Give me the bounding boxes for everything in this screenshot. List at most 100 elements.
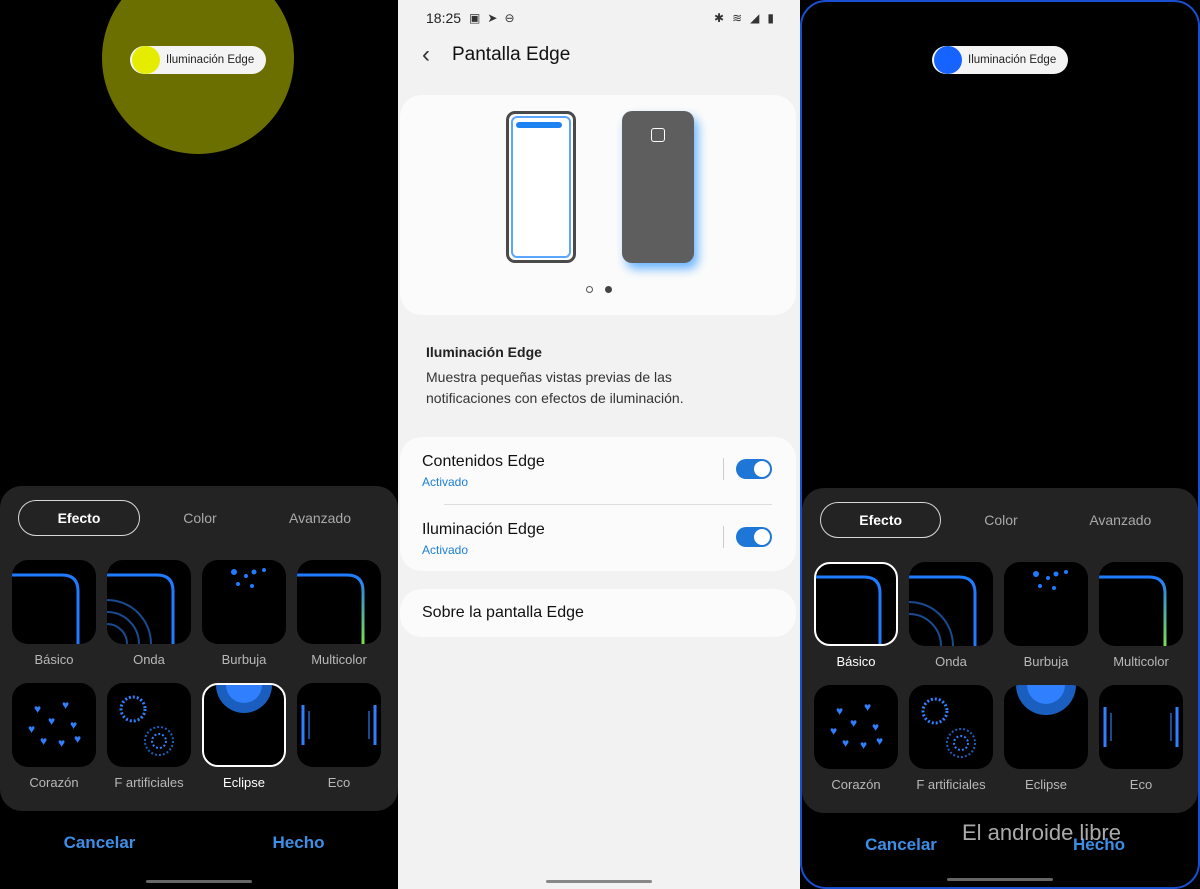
effect-label: Multicolor [311, 652, 367, 667]
done-button[interactable]: Hecho [199, 833, 398, 853]
about-edge-row[interactable]: Sobre la pantalla Edge [400, 589, 796, 637]
page-dot-active[interactable] [605, 286, 612, 293]
svg-text:♥: ♥ [74, 732, 81, 746]
row-status: Activado [422, 475, 469, 489]
svg-text:♥: ♥ [48, 714, 55, 728]
fireworks-effect-icon [909, 685, 993, 769]
effect-basico[interactable]: Básico [12, 560, 96, 667]
svg-text:♥: ♥ [40, 734, 47, 748]
row-contenidos-edge[interactable]: Contenidos Edge Activado [422, 437, 772, 505]
tab-efecto[interactable]: Efecto [18, 500, 140, 536]
tab-avanzado[interactable]: Avanzado [1061, 502, 1180, 538]
wifi-icon: ≋ [732, 11, 743, 25]
tab-avanzado[interactable]: Avanzado [260, 500, 380, 536]
effect-multicolor[interactable]: Multicolor [1099, 562, 1183, 669]
svg-text:♥: ♥ [34, 702, 41, 716]
about-label: Sobre la pantalla Edge [422, 604, 584, 621]
fireworks-effect-icon [107, 683, 191, 767]
svg-text:♥: ♥ [842, 736, 849, 750]
wave-effect-icon [909, 562, 993, 646]
effect-eclipse[interactable]: Eclipse [202, 683, 286, 790]
effect-eco[interactable]: Eco [297, 683, 381, 790]
app-bar: ‹ Pantalla Edge [422, 40, 570, 70]
notification-pill[interactable]: Iluminación Edge [932, 46, 1068, 74]
home-indicator[interactable] [146, 880, 252, 883]
notification-dot-icon [934, 46, 962, 74]
effect-corazon[interactable]: ♥ ♥ ♥ ♥ ♥ ♥ ♥ ♥ Corazón [12, 683, 96, 790]
effect-onda[interactable]: Onda [909, 562, 993, 669]
status-bar: 18:25 ▣ ➤ ⊖ ✱ ≋ ◢ ▮ [426, 8, 774, 28]
watermark: El androide libre [962, 820, 1121, 845]
svg-text:♥: ♥ [62, 698, 69, 712]
footer-actions: Cancelar Hecho [0, 833, 398, 853]
tab-efecto[interactable]: Efecto [820, 502, 942, 538]
echo-effect-icon [297, 683, 381, 767]
notification-dot-icon [132, 46, 160, 74]
edge-lighting-preview-image [622, 111, 694, 263]
page-indicator [586, 286, 612, 293]
right-screen: Iluminación Edge Efecto Color Avanzado B… [800, 0, 1200, 889]
effect-label: F artificiales [114, 775, 184, 790]
section-description: Muestra pequeñas vistas previas de las n… [426, 369, 684, 406]
svg-text:♥: ♥ [864, 700, 871, 714]
multicolor-effect-icon [297, 560, 381, 644]
echo-effect-icon [1099, 685, 1183, 769]
effect-basico[interactable]: Básico [814, 562, 898, 669]
effect-label: Multicolor [1113, 654, 1169, 669]
battery-icon: ▮ [767, 11, 774, 25]
svg-text:♥: ♥ [58, 736, 65, 750]
back-arrow-icon[interactable]: ‹ [422, 41, 452, 69]
heart-effect-icon: ♥ ♥ ♥ ♥ ♥ ♥ ♥ ♥ [814, 685, 898, 769]
effect-label: Básico [34, 652, 74, 667]
bubble-effect-icon [1004, 562, 1088, 646]
svg-text:♥: ♥ [876, 734, 883, 748]
svg-text:♥: ♥ [872, 720, 879, 734]
effect-sheet: Efecto Color Avanzado Básico Onda Burbuj… [0, 486, 398, 811]
edge-preview-card[interactable] [400, 95, 796, 315]
effect-fartificiales[interactable]: F artificiales [107, 683, 191, 790]
effect-eco[interactable]: Eco [1099, 685, 1183, 792]
svg-text:♥: ♥ [850, 716, 857, 730]
svg-text:♥: ♥ [28, 722, 35, 736]
row-label: Iluminación Edge [422, 521, 545, 538]
home-indicator[interactable] [947, 878, 1053, 881]
effect-corazon[interactable]: ♥ ♥ ♥ ♥ ♥ ♥ ♥ ♥ Corazón [814, 685, 898, 792]
effect-burbuja[interactable]: Burbuja [1004, 562, 1088, 669]
tab-color[interactable]: Color [140, 500, 260, 536]
signal-icon: ◢ [750, 11, 760, 25]
camera-icon [651, 128, 665, 142]
effect-eclipse[interactable]: Eclipse [1004, 685, 1088, 792]
effect-label: Onda [133, 652, 165, 667]
telegram-icon: ➤ [487, 11, 498, 25]
home-indicator[interactable] [546, 880, 652, 883]
effect-label: Eclipse [223, 775, 265, 790]
effect-burbuja[interactable]: Burbuja [202, 560, 286, 667]
cancel-button[interactable]: Cancelar [0, 833, 199, 853]
svg-text:♥: ♥ [70, 718, 77, 732]
effect-label: Burbuja [1023, 654, 1069, 669]
toggle-knob [754, 529, 770, 545]
effect-label: Onda [935, 654, 967, 669]
row-iluminacion-edge[interactable]: Iluminación Edge Activado [422, 505, 772, 572]
effect-label: Eclipse [1025, 777, 1067, 792]
tab-bar: Efecto Color Avanzado [820, 502, 1180, 538]
iluminacion-edge-toggle[interactable] [736, 527, 772, 547]
contenidos-edge-toggle[interactable] [736, 459, 772, 479]
effect-label: Burbuja [221, 652, 267, 667]
row-status: Activado [422, 543, 469, 557]
effect-label: Eco [1129, 777, 1153, 792]
phone-notification-bar [516, 122, 562, 128]
edge-panels-preview-image [506, 111, 576, 263]
effect-multicolor[interactable]: Multicolor [297, 560, 381, 667]
svg-text:♥: ♥ [836, 704, 843, 718]
edge-glow [102, 0, 294, 154]
wave-effect-icon [107, 560, 191, 644]
effect-label: Eco [327, 775, 351, 790]
notification-pill[interactable]: Iluminación Edge [130, 46, 266, 74]
eclipse-effect-icon [1004, 685, 1088, 769]
tab-color[interactable]: Color [941, 502, 1060, 538]
effect-fartificiales[interactable]: F artificiales [909, 685, 993, 792]
toggle-card: Contenidos Edge Activado Iluminación Edg… [400, 437, 796, 571]
effect-onda[interactable]: Onda [107, 560, 191, 667]
page-dot[interactable] [586, 286, 593, 293]
